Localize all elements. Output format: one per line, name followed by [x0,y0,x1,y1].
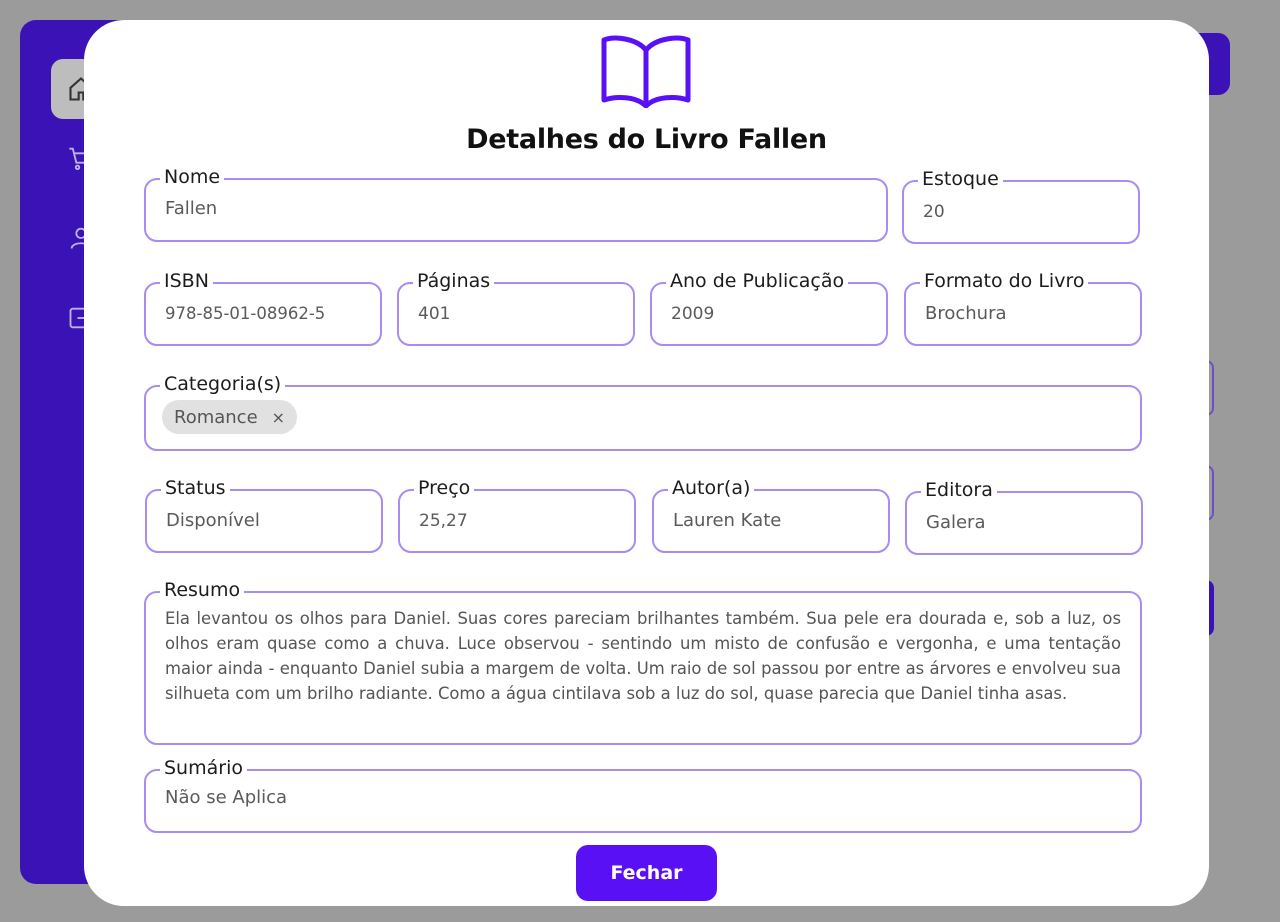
publication-year-field[interactable]: Ano de Publicação 2009 [650,269,888,346]
publisher-label: Editora [921,478,997,502]
close-button[interactable]: Fechar [576,845,717,901]
publication-year-value: 2009 [671,304,715,324]
category-chip: Romance × [162,400,298,434]
price-field[interactable]: Preço 25,27 [398,476,636,553]
pages-field[interactable]: Páginas 401 [397,269,635,346]
summary-text: Ela levantou os olhos para Daniel. Suas … [165,609,1121,703]
table-of-contents-field[interactable]: Sumário Não se Aplica [144,756,1142,833]
price-value: 25,27 [419,511,468,531]
publication-year-label: Ano de Publicação [666,269,849,293]
name-field[interactable]: Nome Fallen [144,165,888,242]
book-format-label: Formato do Livro [920,269,1089,293]
status-label: Status [161,476,230,500]
table-of-contents-label: Sumário [160,756,247,780]
table-of-contents-value: Não se Aplica [165,787,288,808]
book-details-modal: Detalhes do Livro Fallen Nome Fallen Est… [84,20,1209,906]
publisher-field[interactable]: Editora Galera [905,478,1143,555]
summary-label: Resumo [160,578,245,602]
name-value: Fallen [165,198,218,219]
remove-chip-icon[interactable]: × [272,408,285,427]
status-value: Disponível [166,510,260,531]
status-field[interactable]: Status Disponível [145,476,383,553]
stock-label: Estoque [918,167,1003,191]
author-field[interactable]: Autor(a) Lauren Kate [652,476,890,553]
author-label: Autor(a) [668,476,755,500]
summary-textarea[interactable]: Resumo Ela levantou os olhos para Daniel… [144,578,1142,745]
stock-field[interactable]: Estoque 20 [902,167,1140,244]
book-format-field[interactable]: Formato do Livro Brochura [904,269,1142,346]
categories-field[interactable]: Categoria(s) Romance × [144,372,1142,451]
stock-value: 20 [923,202,945,222]
modal-title: Detalhes do Livro Fallen [466,124,827,155]
pages-label: Páginas [413,269,495,293]
price-label: Preço [414,476,475,500]
isbn-field[interactable]: ISBN 978-85-01-08962-5 [144,269,382,346]
publisher-value: Galera [926,512,986,533]
name-label: Nome [160,165,225,189]
categories-label: Categoria(s) [160,372,286,396]
author-value: Lauren Kate [673,510,782,531]
book-format-value: Brochura [925,303,1007,324]
pages-value: 401 [418,304,451,324]
isbn-label: ISBN [160,269,213,293]
isbn-value: 978-85-01-08962-5 [165,304,326,323]
category-chip-label: Romance [174,406,258,428]
open-book-icon [601,35,691,108]
